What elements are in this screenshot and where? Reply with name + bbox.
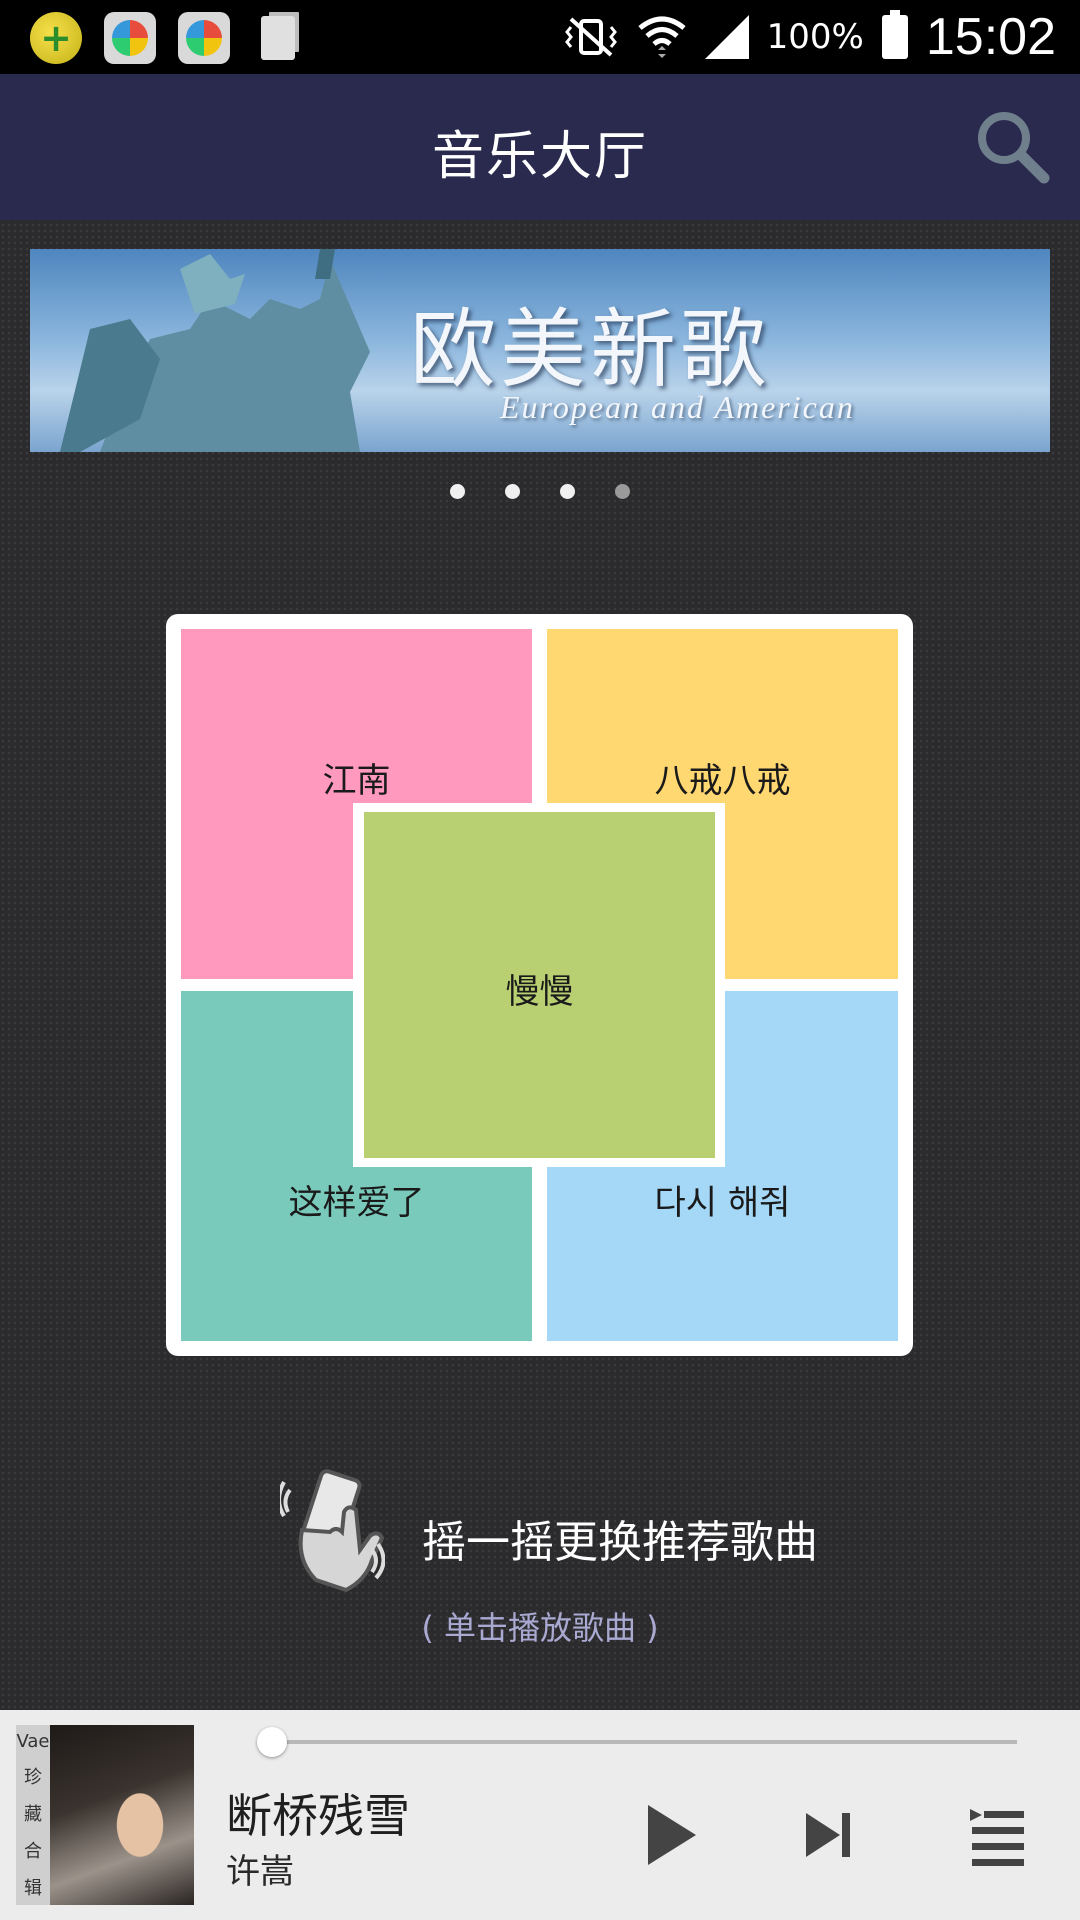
page-dot[interactable] — [560, 484, 575, 499]
signal-icon — [704, 15, 749, 59]
album-strip-text: 藏 — [24, 1803, 42, 1825]
banner-subtitle: European and American — [500, 389, 855, 425]
album-strip-text: 合 — [24, 1840, 42, 1862]
wifi-icon — [638, 16, 686, 58]
tile-label: 这样爱了 — [288, 1183, 425, 1223]
mini-player: Vae 珍 藏 合 辑 断桥残雪 许嵩 — [0, 1710, 1080, 1920]
featured-banner[interactable]: 欧美新歌 European and American — [30, 249, 1050, 452]
album-title-strip: Vae 珍 藏 合 辑 — [16, 1725, 50, 1905]
tile-label: 慢慢 — [505, 972, 574, 1012]
tap-hint: ( 单击播放歌曲 ) — [421, 1609, 659, 1647]
song-title: 断桥残雪 — [226, 1789, 410, 1843]
system-icons: 100% 15:02 — [563, 6, 1056, 68]
tile-label: 八戒八戒 — [654, 761, 791, 801]
shake-phone-icon — [280, 1469, 385, 1593]
progress-bar[interactable] — [272, 1740, 1017, 1744]
progress-handle[interactable] — [257, 1727, 287, 1757]
clock: 15:02 — [925, 8, 1056, 66]
banner-page-indicator — [0, 484, 1080, 499]
album-cover[interactable]: Vae 珍 藏 合 辑 — [16, 1725, 194, 1905]
album-strip-text: Vae — [16, 1730, 50, 1752]
next-icon[interactable] — [800, 1795, 860, 1875]
360-plus-icon: + — [30, 12, 82, 64]
document-icon — [252, 12, 304, 64]
page-dot[interactable] — [450, 484, 465, 499]
notification-icons: + — [30, 12, 304, 64]
song-artist: 许嵩 — [226, 1852, 294, 1892]
tile-label: 다시 해줘 — [654, 1183, 791, 1223]
app-header: 音乐大厅 — [0, 74, 1080, 220]
album-strip-text: 辑 — [24, 1877, 42, 1899]
shake-instruction: 摇一摇更换推荐歌曲 — [422, 1517, 818, 1568]
page-title: 音乐大厅 — [431, 127, 648, 187]
playlist-icon[interactable] — [968, 1795, 1028, 1875]
album-strip-text: 珍 — [24, 1766, 42, 1788]
app-ball-icon — [178, 12, 230, 64]
play-icon[interactable] — [640, 1795, 700, 1875]
status-bar: + 100% 15:02 — [0, 0, 1080, 74]
statue-of-liberty-image — [60, 249, 370, 452]
vibrate-mute-icon — [564, 17, 617, 57]
tile-label: 江南 — [322, 761, 391, 801]
app-ball-icon — [104, 12, 156, 64]
battery-percent: 100% — [766, 17, 864, 57]
album-artwork — [50, 1725, 194, 1905]
battery-icon — [881, 10, 908, 59]
search-icon[interactable] — [970, 104, 1054, 188]
page-dot[interactable] — [505, 484, 520, 499]
banner-title: 欧美新歌 — [410, 300, 770, 400]
recommend-tile-center[interactable]: 慢慢 — [364, 812, 715, 1158]
page-dot-active[interactable] — [615, 484, 630, 499]
